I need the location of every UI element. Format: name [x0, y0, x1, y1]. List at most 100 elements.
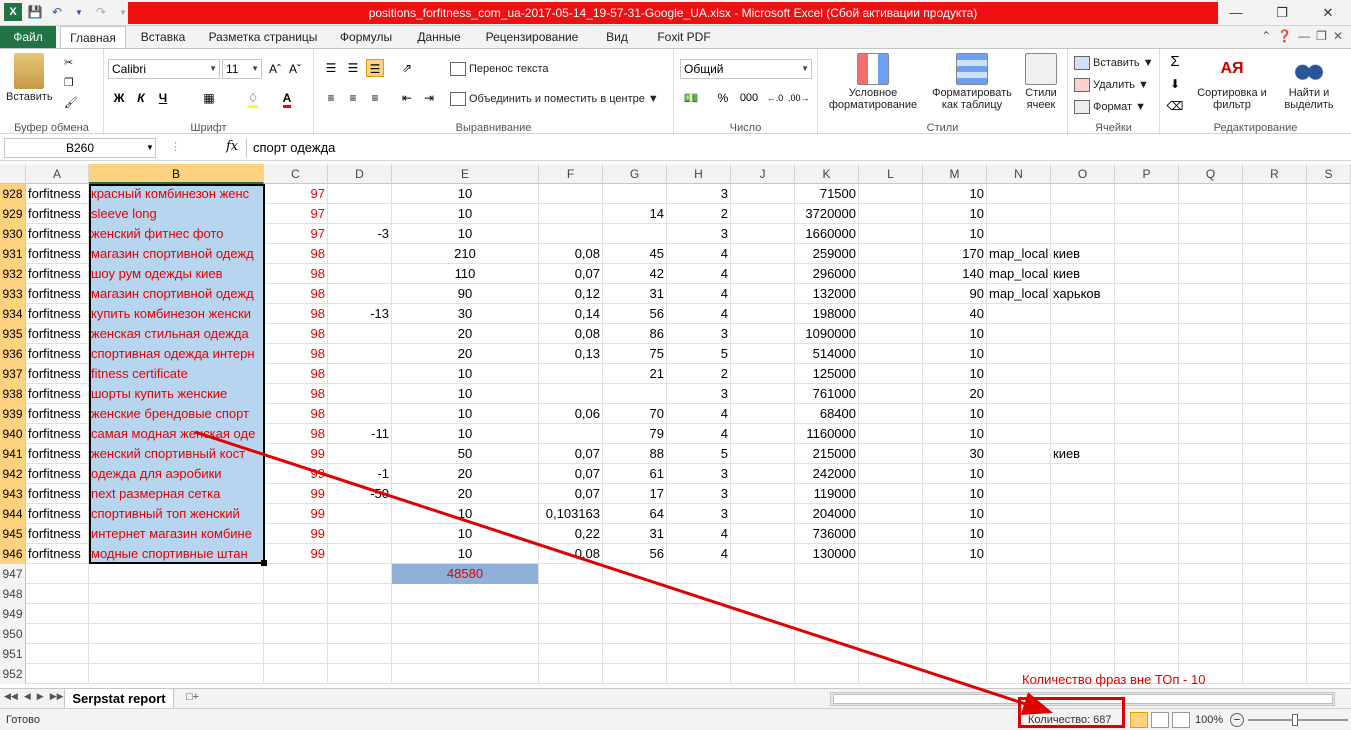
- cell-c[interactable]: [264, 644, 328, 664]
- cell-a[interactable]: [26, 664, 89, 684]
- delete-cells-button[interactable]: Удалить ▼: [1074, 75, 1149, 95]
- paste-button[interactable]: Вставить: [6, 53, 53, 103]
- cell-r[interactable]: [1243, 664, 1307, 684]
- cell-n[interactable]: [987, 404, 1051, 424]
- cell-p[interactable]: [1115, 284, 1179, 304]
- cell-k[interactable]: [795, 604, 859, 624]
- grow-font-button[interactable]: Aˆ: [266, 60, 284, 78]
- cell-p[interactable]: [1115, 184, 1179, 204]
- cell-s[interactable]: [1307, 644, 1351, 664]
- cell-a[interactable]: forfitness: [26, 264, 89, 284]
- cell-k[interactable]: 130000: [795, 544, 859, 564]
- cell-c[interactable]: 99: [264, 544, 328, 564]
- row-header[interactable]: 937: [0, 364, 26, 384]
- cell-s[interactable]: [1307, 304, 1351, 324]
- zoom-slider-thumb[interactable]: [1292, 714, 1298, 726]
- cell-a[interactable]: forfitness: [26, 284, 89, 304]
- cell-k[interactable]: [795, 564, 859, 584]
- cell-f[interactable]: [539, 384, 603, 404]
- cell-h[interactable]: 4: [667, 244, 731, 264]
- bold-button[interactable]: Ж: [110, 89, 128, 107]
- cell-o[interactable]: [1051, 604, 1115, 624]
- cell-e[interactable]: 10: [392, 224, 539, 244]
- cell-o[interactable]: [1051, 504, 1115, 524]
- cell-b[interactable]: красный комбинезон женс: [89, 184, 264, 204]
- cell-p[interactable]: [1115, 604, 1179, 624]
- cell-k[interactable]: 132000: [795, 284, 859, 304]
- cell-e[interactable]: 10: [392, 384, 539, 404]
- cell-m[interactable]: [923, 624, 987, 644]
- cell-s[interactable]: [1307, 244, 1351, 264]
- cell-d[interactable]: [328, 204, 392, 224]
- cell-o[interactable]: [1051, 524, 1115, 544]
- cell-k[interactable]: 761000: [795, 384, 859, 404]
- cell-d[interactable]: [328, 524, 392, 544]
- cell-p[interactable]: [1115, 624, 1179, 644]
- column-header-g[interactable]: G: [603, 164, 667, 184]
- cell-n[interactable]: [987, 324, 1051, 344]
- shrink-font-button[interactable]: Aˇ: [286, 60, 304, 78]
- cell-q[interactable]: [1179, 584, 1243, 604]
- cell-q[interactable]: [1179, 424, 1243, 444]
- cell-l[interactable]: [859, 264, 923, 284]
- cell-m[interactable]: 90: [923, 284, 987, 304]
- column-header-h[interactable]: H: [667, 164, 731, 184]
- cell-l[interactable]: [859, 624, 923, 644]
- cell-j[interactable]: [731, 544, 795, 564]
- cell-f[interactable]: [539, 664, 603, 684]
- cell-c[interactable]: 98: [264, 304, 328, 324]
- cell-d[interactable]: [328, 344, 392, 364]
- cell-p[interactable]: [1115, 524, 1179, 544]
- cell-g[interactable]: [603, 644, 667, 664]
- cell-m[interactable]: 10: [923, 464, 987, 484]
- cell-e[interactable]: 20: [392, 484, 539, 504]
- cell-b[interactable]: [89, 644, 264, 664]
- currency-icon[interactable]: 💵: [682, 89, 700, 107]
- font-name-combo[interactable]: Calibri ▼: [108, 59, 220, 79]
- cell-d[interactable]: [328, 284, 392, 304]
- format-painter-button[interactable]: 🖌: [64, 93, 78, 113]
- cell-f[interactable]: 0,13: [539, 344, 603, 364]
- cell-q[interactable]: [1179, 364, 1243, 384]
- cell-k[interactable]: [795, 584, 859, 604]
- cell-b[interactable]: одежда для аэробики: [89, 464, 264, 484]
- cell-r[interactable]: [1243, 224, 1307, 244]
- cell-a[interactable]: forfitness: [26, 344, 89, 364]
- row-header[interactable]: 949: [0, 604, 26, 624]
- cell-l[interactable]: [859, 364, 923, 384]
- cell-g[interactable]: 31: [603, 284, 667, 304]
- cell-d[interactable]: -1: [328, 464, 392, 484]
- format-cells-button[interactable]: Формат ▼: [1074, 97, 1146, 117]
- row-header[interactable]: 941: [0, 444, 26, 464]
- font-size-combo[interactable]: 11 ▼: [222, 59, 262, 79]
- workbook-close-icon[interactable]: ✕: [1333, 29, 1343, 43]
- cell-q[interactable]: [1179, 544, 1243, 564]
- cell-r[interactable]: [1243, 444, 1307, 464]
- cell-r[interactable]: [1243, 424, 1307, 444]
- workbook-minimize-icon[interactable]: —: [1298, 29, 1310, 43]
- decrease-indent-icon[interactable]: ⇤: [398, 89, 416, 107]
- column-header-j[interactable]: J: [731, 164, 795, 184]
- horizontal-scrollbar[interactable]: [830, 692, 1335, 706]
- tab-insert[interactable]: Вставка: [130, 26, 196, 48]
- cell-r[interactable]: [1243, 524, 1307, 544]
- cell-d[interactable]: [328, 504, 392, 524]
- cell-c[interactable]: 98: [264, 404, 328, 424]
- cell-s[interactable]: [1307, 604, 1351, 624]
- cell-l[interactable]: [859, 504, 923, 524]
- cell-l[interactable]: [859, 464, 923, 484]
- column-header-o[interactable]: O: [1051, 164, 1115, 184]
- cell-q[interactable]: [1179, 484, 1243, 504]
- row-header[interactable]: 928: [0, 184, 26, 204]
- cell-g[interactable]: 14: [603, 204, 667, 224]
- cell-b[interactable]: магазин спортивной одежд: [89, 284, 264, 304]
- prev-sheet-icon[interactable]: ◀: [24, 691, 31, 702]
- cell-k[interactable]: [795, 624, 859, 644]
- cell-n[interactable]: [987, 204, 1051, 224]
- cell-c[interactable]: [264, 604, 328, 624]
- cell-a[interactable]: forfitness: [26, 524, 89, 544]
- cell-b[interactable]: fitness certificate: [89, 364, 264, 384]
- cell-j[interactable]: [731, 624, 795, 644]
- percent-button[interactable]: %: [714, 89, 732, 107]
- cell-b[interactable]: шоу рум одежды киев: [89, 264, 264, 284]
